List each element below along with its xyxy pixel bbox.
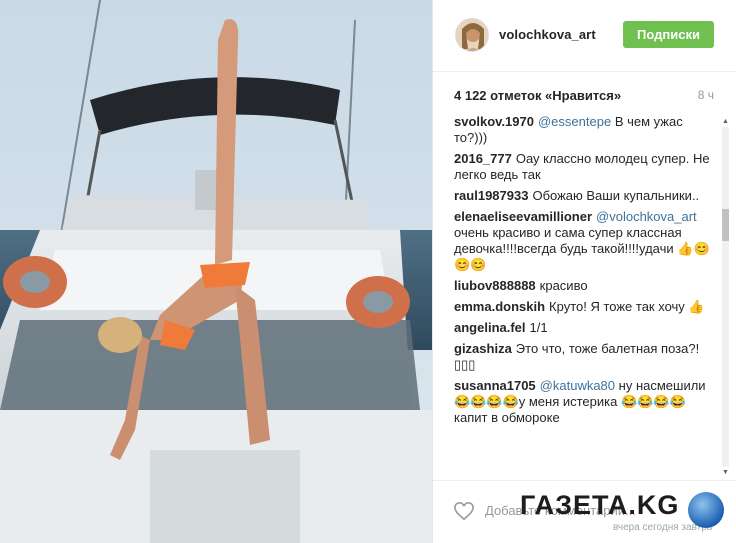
post-header: volochkova_art Подписки bbox=[433, 0, 736, 72]
comment-item: liubov888888 красиво bbox=[454, 278, 716, 294]
globe-icon bbox=[688, 492, 724, 528]
likes-count[interactable]: 4 122 отметок «Нравится» bbox=[454, 88, 621, 103]
heart-icon[interactable] bbox=[453, 501, 475, 526]
comment-item: susanna1705 @katuwka80 ну насмешили😂😂😂😂у … bbox=[454, 378, 716, 426]
scroll-up-icon[interactable]: ▲ bbox=[720, 116, 731, 127]
username-link[interactable]: volochkova_art bbox=[499, 27, 596, 42]
comment-item: gizashiza Это что, тоже балетная поза?!▯▯… bbox=[454, 341, 716, 373]
comment-text: 1/1 bbox=[529, 320, 548, 335]
comment-item: 2016_777 Оау классно молодец супер. Не ле… bbox=[454, 151, 716, 183]
likes-row: 4 122 отметок «Нравится» 8 ч bbox=[454, 88, 716, 106]
comment-item: svolkov.1970 @essentepe В чем ужас то?))) bbox=[454, 114, 716, 146]
watermark-logo: ГАЗЕТА.KG bbox=[520, 490, 680, 520]
comments-scrollbar[interactable]: ▲ ▼ bbox=[720, 116, 731, 478]
comment-username[interactable]: gizashiza bbox=[454, 341, 512, 356]
comment-text: красиво bbox=[539, 278, 588, 293]
scroll-down-icon[interactable]: ▼ bbox=[720, 467, 731, 478]
post-photo[interactable] bbox=[0, 0, 432, 543]
post-side-panel: volochkova_art Подписки 4 122 отметок «Н… bbox=[432, 0, 736, 543]
yacht-photo-illustration bbox=[0, 0, 432, 543]
comment-username[interactable]: 2016_777 bbox=[454, 151, 512, 166]
comments-list[interactable]: svolkov.1970 @essentepe В чем ужас то?)))… bbox=[454, 114, 716, 476]
comment-item: emma.donskih Круто! Я тоже так хочу 👍 bbox=[454, 299, 716, 315]
comment-username[interactable]: susanna1705 bbox=[454, 378, 536, 393]
avatar[interactable] bbox=[455, 18, 489, 52]
comment-mention[interactable]: @volochkova_art bbox=[596, 209, 697, 224]
comment-text: Круто! Я тоже так хочу 👍 bbox=[549, 299, 705, 314]
comment-username[interactable]: emma.donskih bbox=[454, 299, 545, 314]
scroll-thumb[interactable] bbox=[722, 209, 729, 241]
post-time[interactable]: 8 ч bbox=[698, 88, 714, 102]
comment-username[interactable]: raul1987933 bbox=[454, 188, 528, 203]
comment-item: angelina.fel 1/1 bbox=[454, 320, 716, 336]
scroll-track[interactable] bbox=[722, 127, 729, 467]
comment-username[interactable]: angelina.fel bbox=[454, 320, 526, 335]
comment-username[interactable]: liubov888888 bbox=[454, 278, 536, 293]
comment-text: Обожаю Ваши купальники.. bbox=[532, 188, 700, 203]
following-button[interactable]: Подписки bbox=[623, 21, 714, 48]
comment-username[interactable]: elenaeliseevamillioner bbox=[454, 209, 592, 224]
comment-mention[interactable]: @essentepe bbox=[538, 114, 611, 129]
site-watermark: ГАЗЕТА.KG вчера сегодня завтра bbox=[518, 490, 736, 540]
comment-item: elenaeliseevamillioner @volochkova_art оч… bbox=[454, 209, 716, 273]
comment-username[interactable]: svolkov.1970 bbox=[454, 114, 534, 129]
comment-item: raul1987933 Обожаю Ваши купальники.. bbox=[454, 188, 716, 204]
comment-mention[interactable]: @katuwka80 bbox=[540, 378, 615, 393]
comment-text: очень красиво и сама супер классная дево… bbox=[454, 225, 710, 272]
